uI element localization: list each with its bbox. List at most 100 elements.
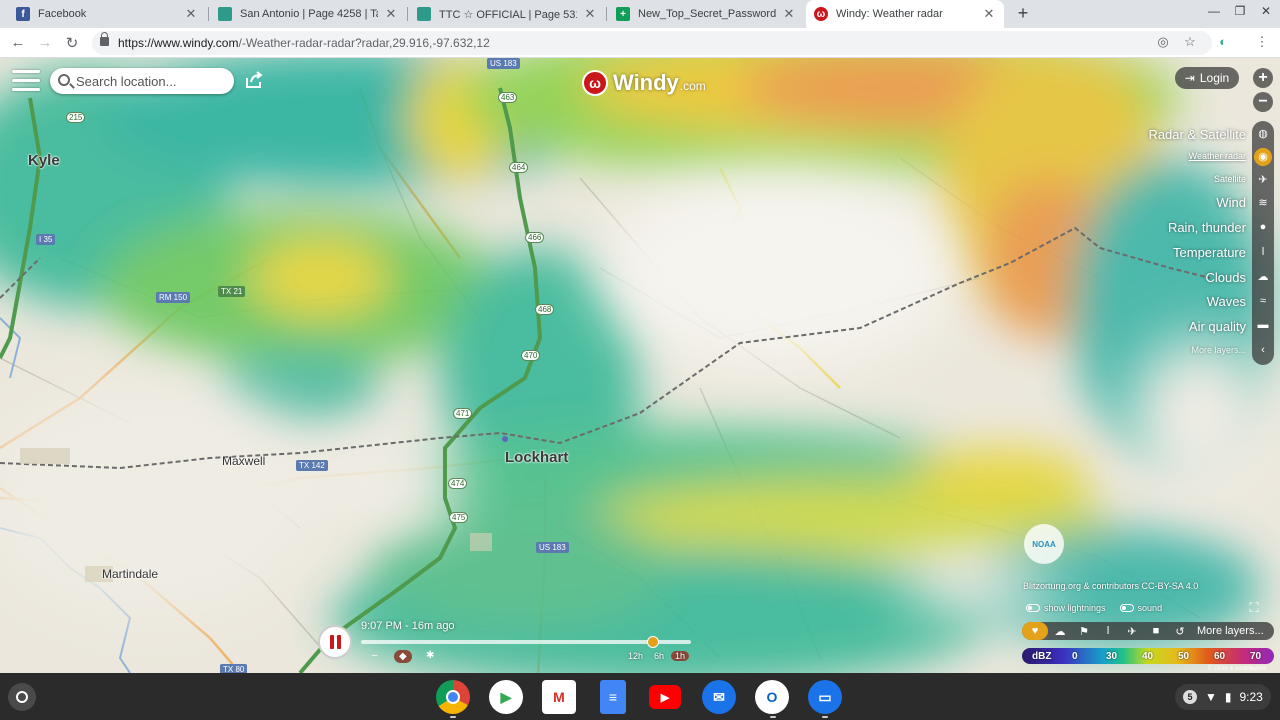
layer-clouds[interactable]: Clouds <box>1206 270 1246 285</box>
route-shield: TX 142 <box>296 460 328 471</box>
layer-radar-satellite[interactable]: Radar & Satellite <box>1148 127 1246 142</box>
speed-slow-icon[interactable]: – <box>372 650 378 661</box>
collapse-chevron-icon[interactable]: ‹ <box>1254 341 1272 359</box>
layer-rain-thunder[interactable]: Rain, thunder <box>1168 220 1246 235</box>
close-icon[interactable]: ✕ <box>782 6 796 22</box>
status-tray[interactable]: 5 ▼ ▮ 9:23 <box>1175 684 1271 710</box>
forward-icon[interactable]: → <box>36 34 54 51</box>
extension-icon[interactable]: ◐ <box>1214 34 1232 49</box>
search-input[interactable] <box>76 72 226 90</box>
radar-timestamp: 9:07 PM - 16m ago <box>361 620 455 632</box>
noaa-logo: NOAA <box>1024 524 1064 564</box>
thermometer-icon[interactable]: ǀ <box>1096 625 1120 637</box>
tab-title: San Antonio | Page 4258 | Taco <box>240 8 378 20</box>
address-bar[interactable]: https://www.windy.com/-Weather-radar-rad… <box>92 31 1212 55</box>
favorites-heart-icon[interactable]: ♥ <box>1022 622 1048 640</box>
air-quality-icon[interactable]: ▬ <box>1254 316 1272 334</box>
waves-icon[interactable]: ≈ <box>1254 292 1272 310</box>
flag-icon[interactable]: ⚑ <box>1072 625 1096 638</box>
highway-marker: 474 <box>448 478 468 489</box>
tab-title: Windy: Weather radar <box>836 8 943 20</box>
layer-air-quality[interactable]: Air quality <box>1189 319 1246 334</box>
tab-passwords[interactable]: + New_Top_Secret_Passwords - G ✕ <box>608 0 804 28</box>
wind-cloud-icon[interactable]: ☁ <box>1048 625 1072 638</box>
globe-icon[interactable]: ◍ <box>1254 125 1272 143</box>
menu-dots-icon[interactable]: ⋮ <box>1253 34 1271 50</box>
new-tab-button[interactable]: + <box>1014 4 1032 22</box>
tab-windy[interactable]: ω Windy: Weather radar ✕ <box>806 0 1004 28</box>
toggle-switch-icon <box>1119 604 1134 612</box>
url-text[interactable]: https://www.windy.com/-Weather-radar-rad… <box>118 36 490 50</box>
map-viewport[interactable]: Kyle Maxwell Lockhart Martindale US 183 … <box>0 58 1280 673</box>
close-window-icon[interactable]: ✕ <box>1257 4 1275 18</box>
layer-more-layers[interactable]: More layers... <box>1191 345 1246 355</box>
windy-logo-icon: ω <box>582 70 608 96</box>
share-icon[interactable] <box>244 70 264 90</box>
chrome-icon[interactable] <box>436 680 470 714</box>
close-icon[interactable]: ✕ <box>384 6 398 22</box>
location-icon[interactable]: ◎ <box>1154 34 1172 50</box>
temperature-icon[interactable]: ǀ <box>1254 243 1272 261</box>
layer-temperature[interactable]: Temperature <box>1173 245 1246 260</box>
files-icon[interactable]: ▭ <box>808 680 842 714</box>
messages-icon[interactable]: ✉ <box>702 680 736 714</box>
rain-icon[interactable]: ● <box>1254 218 1272 236</box>
tab-title: New_Top_Secret_Passwords - G <box>638 8 776 20</box>
launcher-icon[interactable] <box>8 683 36 711</box>
radar-icon[interactable]: ◉ <box>1254 148 1272 166</box>
zoom-in-button[interactable]: + <box>1253 68 1273 88</box>
sound-toggle[interactable]: sound <box>1119 603 1162 613</box>
satellite-icon[interactable]: ✈ <box>1254 171 1272 189</box>
layer-waves[interactable]: Waves <box>1207 294 1246 309</box>
zoom-out-button[interactable]: − <box>1253 92 1273 112</box>
windy-logo[interactable]: ω Windy .com <box>582 68 706 98</box>
bookmark-star-icon[interactable]: ☆ <box>1181 34 1199 50</box>
sheets-icon: + <box>616 7 630 21</box>
layer-wind[interactable]: Wind <box>1216 195 1246 210</box>
wind-gust-icon[interactable]: ↺ <box>1168 625 1192 638</box>
login-button[interactable]: ⇥ Login <box>1175 67 1239 89</box>
route-shield: RM 150 <box>156 292 191 303</box>
battery-icon: ▮ <box>1224 690 1232 704</box>
tab-facebook[interactable]: f Facebook ✕ <box>8 0 206 28</box>
speed-turtle-icon[interactable]: ◆ <box>394 650 412 663</box>
route-shield: TX 80 <box>220 664 248 673</box>
tab-san-antonio[interactable]: San Antonio | Page 4258 | Taco ✕ <box>210 0 406 28</box>
play-store-icon[interactable]: ▶ <box>489 680 523 714</box>
show-lightnings-toggle[interactable]: show lightnings <box>1026 603 1106 613</box>
restore-icon[interactable]: ❐ <box>1231 4 1249 18</box>
gmail-icon[interactable]: M <box>542 680 576 714</box>
minimize-icon[interactable]: — <box>1205 4 1223 18</box>
webcam-icon[interactable]: ■ <box>1144 625 1168 637</box>
pause-button[interactable] <box>318 625 352 659</box>
airplane-icon[interactable]: ✈ <box>1120 625 1144 638</box>
search-box[interactable] <box>50 68 234 94</box>
clouds-icon[interactable]: ☁ <box>1254 268 1272 286</box>
wind-icon[interactable]: ≋ <box>1254 194 1272 212</box>
legend-tick: 60 <box>1214 650 1226 662</box>
toggle-switch-icon <box>1026 604 1040 612</box>
close-icon[interactable]: ✕ <box>184 6 198 22</box>
range-1h[interactable]: 1h <box>671 651 690 661</box>
speed-fast-icon[interactable]: ✱ <box>426 650 434 661</box>
osm-attribution: © OSM & contributors <box>1208 666 1267 672</box>
layer-satellite[interactable]: Satellite <box>1214 174 1246 184</box>
highway-marker: 464 <box>509 162 529 173</box>
range-12h[interactable]: 12h <box>628 651 643 661</box>
layer-weather-radar[interactable]: Weather radar <box>1189 151 1246 161</box>
close-icon[interactable]: ✕ <box>982 6 996 22</box>
menu-icon[interactable] <box>12 70 40 92</box>
range-6h[interactable]: 6h <box>654 651 664 661</box>
highway-marker: 466 <box>525 232 545 243</box>
tab-ttc[interactable]: TTC ☆ OFFICIAL | Page 5315 | T ✕ <box>409 0 605 28</box>
fullscreen-icon[interactable]: ⛶ <box>1247 601 1261 615</box>
route-shield: US 183 <box>536 542 569 553</box>
youtube-icon[interactable]: ▶ <box>649 685 681 709</box>
close-icon[interactable]: ✕ <box>583 6 597 22</box>
more-layers-button[interactable]: More layers... <box>1197 625 1264 637</box>
radar-timeline[interactable] <box>361 636 691 648</box>
back-icon[interactable]: ← <box>9 34 27 51</box>
outlook-icon[interactable]: O <box>755 680 789 714</box>
reload-icon[interactable]: ↻ <box>63 34 81 52</box>
docs-icon[interactable]: ≡ <box>600 680 626 714</box>
